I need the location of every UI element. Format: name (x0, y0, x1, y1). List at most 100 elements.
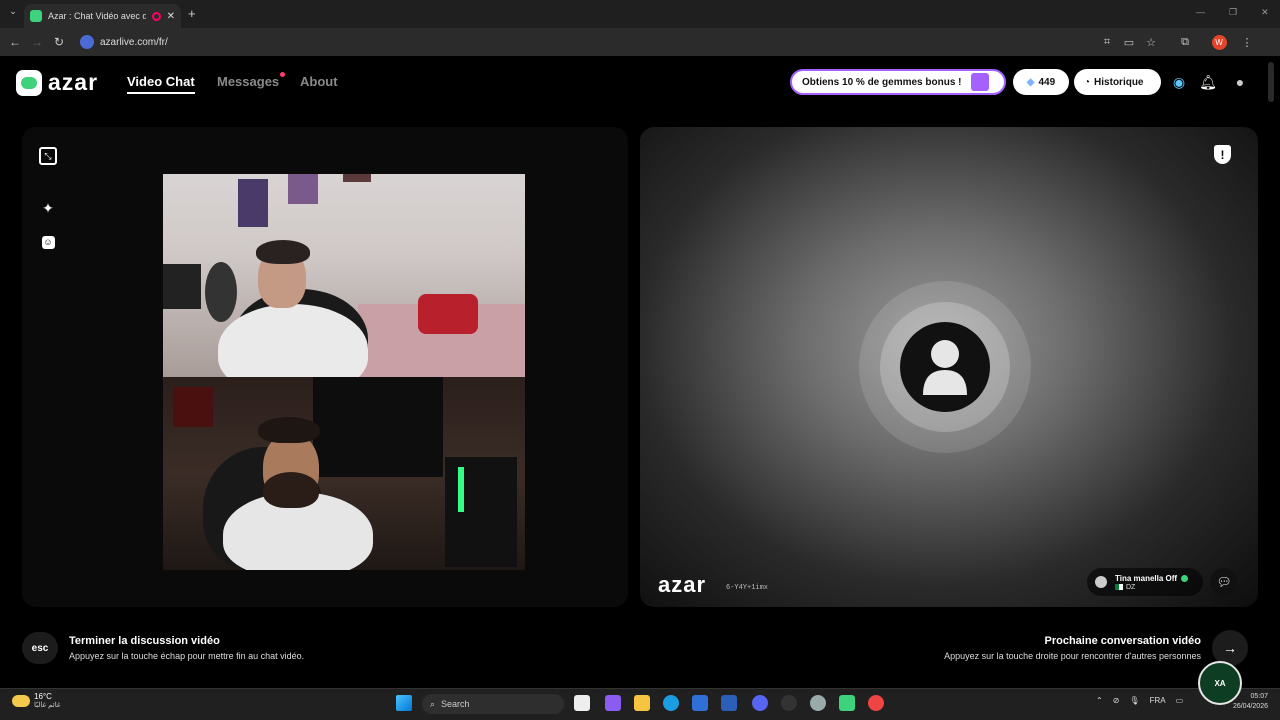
nav-video-chat[interactable]: Video Chat (127, 74, 195, 94)
end-chat-esc-button[interactable]: esc (22, 632, 58, 664)
browser-tab-azar[interactable]: Azar : Chat Vidéo avec de n ✕ (24, 4, 181, 28)
window (313, 377, 443, 477)
expand-icon[interactable]: ⤡ (39, 147, 57, 165)
pc-rgb-light (458, 467, 464, 512)
nav-messages[interactable]: Messages (217, 74, 279, 89)
peer-info-card[interactable]: Tina manella Off DZ (1087, 568, 1203, 596)
dz-flag-icon (1115, 583, 1123, 590)
face-filter-icon[interactable]: ☺ (39, 233, 57, 251)
azar-logo[interactable]: azar (16, 69, 98, 96)
gift-icon (971, 73, 990, 91)
chrome-icon[interactable] (868, 695, 884, 711)
chat-bubble-icon[interactable]: 💬︎ (1210, 568, 1238, 596)
peer-name: Tina manella Off (1115, 573, 1178, 583)
bookmark-star-icon[interactable]: ☆ (1140, 31, 1162, 53)
close-window-icon[interactable]: ✕ (1261, 7, 1269, 18)
next-chat-subtitle: Appuyez sur la touche droite pour rencon… (944, 651, 1201, 661)
minimize-icon[interactable]: — (1196, 7, 1205, 18)
tray-overflow-icon[interactable]: ⌃ (1096, 696, 1103, 705)
gems-count: 449 (1038, 76, 1056, 88)
new-tab-button[interactable]: + (188, 6, 196, 21)
wall-poster (238, 179, 268, 227)
person-hair (258, 417, 320, 443)
recording-icon (151, 11, 161, 21)
close-tab-icon[interactable]: ✕ (167, 11, 175, 22)
weather-widget[interactable]: 16°C غائم غالبًا (12, 692, 61, 709)
clock-icon: ◔ (1084, 76, 1091, 88)
site-info-icon[interactable] (80, 35, 94, 49)
task-view-icon[interactable] (574, 695, 590, 711)
peer-avatar (1095, 576, 1107, 588)
store-icon[interactable] (692, 695, 708, 711)
pillow (418, 294, 478, 334)
azar-watermark: azar (658, 572, 707, 597)
page-scrollbar[interactable] (1268, 62, 1274, 102)
monitor (163, 264, 201, 309)
next-chat-title: Prochaine conversation vidéo (1044, 635, 1202, 647)
steam-icon[interactable] (781, 695, 797, 711)
partner-avatar (900, 322, 990, 412)
azar-app-icon[interactable] (839, 695, 855, 711)
taskbar-search[interactable]: ⌕ Search (422, 694, 564, 714)
language-indicator[interactable]: FRA (1150, 696, 1166, 705)
maximize-icon[interactable]: ❐ (1229, 7, 1237, 18)
settings-gear-icon[interactable] (810, 695, 826, 711)
search-placeholder: Search (441, 699, 470, 709)
network-off-icon[interactable]: ⊘ (1113, 696, 1120, 705)
end-chat-subtitle: Appuyez sur la touche échap pour mettre … (69, 651, 305, 661)
promo-label: Obtiens 10 % de gemmes bonus ! (802, 76, 962, 88)
microphone-icon[interactable]: 🎙︎ (1129, 696, 1139, 705)
windows-start-icon[interactable] (396, 695, 412, 711)
system-tray: ⌃ ⊘ 🎙︎ FRA ▭ (1096, 696, 1183, 705)
profile-initial: W (1211, 34, 1227, 50)
clock-date: 26/04/2026 (1232, 703, 1268, 710)
history-button[interactable]: ◔ Historique (1074, 69, 1161, 95)
tab-list-icon[interactable]: ⌄ (6, 6, 20, 20)
widgets-icon[interactable] (605, 695, 621, 711)
fan (205, 262, 237, 322)
azar-favicon-icon (30, 10, 42, 22)
gem-icon: ◆ (1026, 76, 1035, 88)
azar-logo-icon (16, 69, 42, 96)
person-beard (263, 472, 319, 508)
history-label: Historique (1094, 76, 1144, 88)
magic-wand-icon[interactable]: ✦ (39, 199, 57, 217)
forward-icon[interactable]: → (26, 31, 48, 53)
logo-text: azar (48, 69, 99, 95)
url-field[interactable]: azarlive.com/fr/ (76, 32, 1096, 52)
tab-title: Azar : Chat Vidéo avec de n (48, 11, 146, 21)
pc-case (445, 457, 517, 567)
nav-about[interactable]: About (300, 74, 338, 89)
shop-icon[interactable]: ◉ (1169, 72, 1189, 92)
weather-cloud-icon (12, 694, 30, 707)
peer-country: DZ (1126, 583, 1136, 591)
reload-icon[interactable]: ↻ (48, 31, 70, 53)
weather-text: غائم غالبًا (34, 702, 61, 709)
file-explorer-icon[interactable] (634, 695, 650, 711)
wall-poster (343, 174, 371, 182)
end-chat-title: Terminer la discussion vidéo (69, 635, 220, 647)
extensions-icon[interactable]: ⧉ (1174, 31, 1196, 53)
notification-bell-icon[interactable]: 🔔︎ (1198, 72, 1218, 92)
translate-icon[interactable]: ⌗ (1096, 31, 1118, 53)
bonus-gems-promo-button[interactable]: Obtiens 10 % de gemmes bonus ! (790, 69, 1006, 95)
address-bar-row: ← → ↻ azarlive.com/fr/ ⌗ ▭ ☆ ⧉ W ⋮ (0, 28, 1280, 56)
profile-avatar[interactable]: W (1208, 31, 1230, 53)
video-feed-bottom (163, 377, 525, 570)
verified-badge-icon (1181, 574, 1189, 582)
discord-icon[interactable] (752, 695, 768, 711)
browser-menu-icon[interactable]: ⋮ (1236, 31, 1258, 53)
wall-poster (288, 174, 318, 204)
user-silhouette-icon (923, 340, 967, 395)
user-profile-icon[interactable]: ● (1230, 72, 1250, 92)
display-icon[interactable]: ▭ (1176, 696, 1184, 705)
report-shield-icon[interactable]: ! (1214, 145, 1231, 164)
cast-icon[interactable]: ▭ (1118, 31, 1140, 53)
messages-notification-dot (280, 72, 285, 77)
video-feed-top (163, 174, 525, 377)
gems-balance-button[interactable]: ◆ 449 (1013, 69, 1069, 95)
outlook-icon[interactable] (721, 695, 737, 711)
back-icon[interactable]: ← (4, 31, 26, 53)
temperature: 16°C (34, 692, 52, 701)
edge-icon[interactable] (663, 695, 679, 711)
